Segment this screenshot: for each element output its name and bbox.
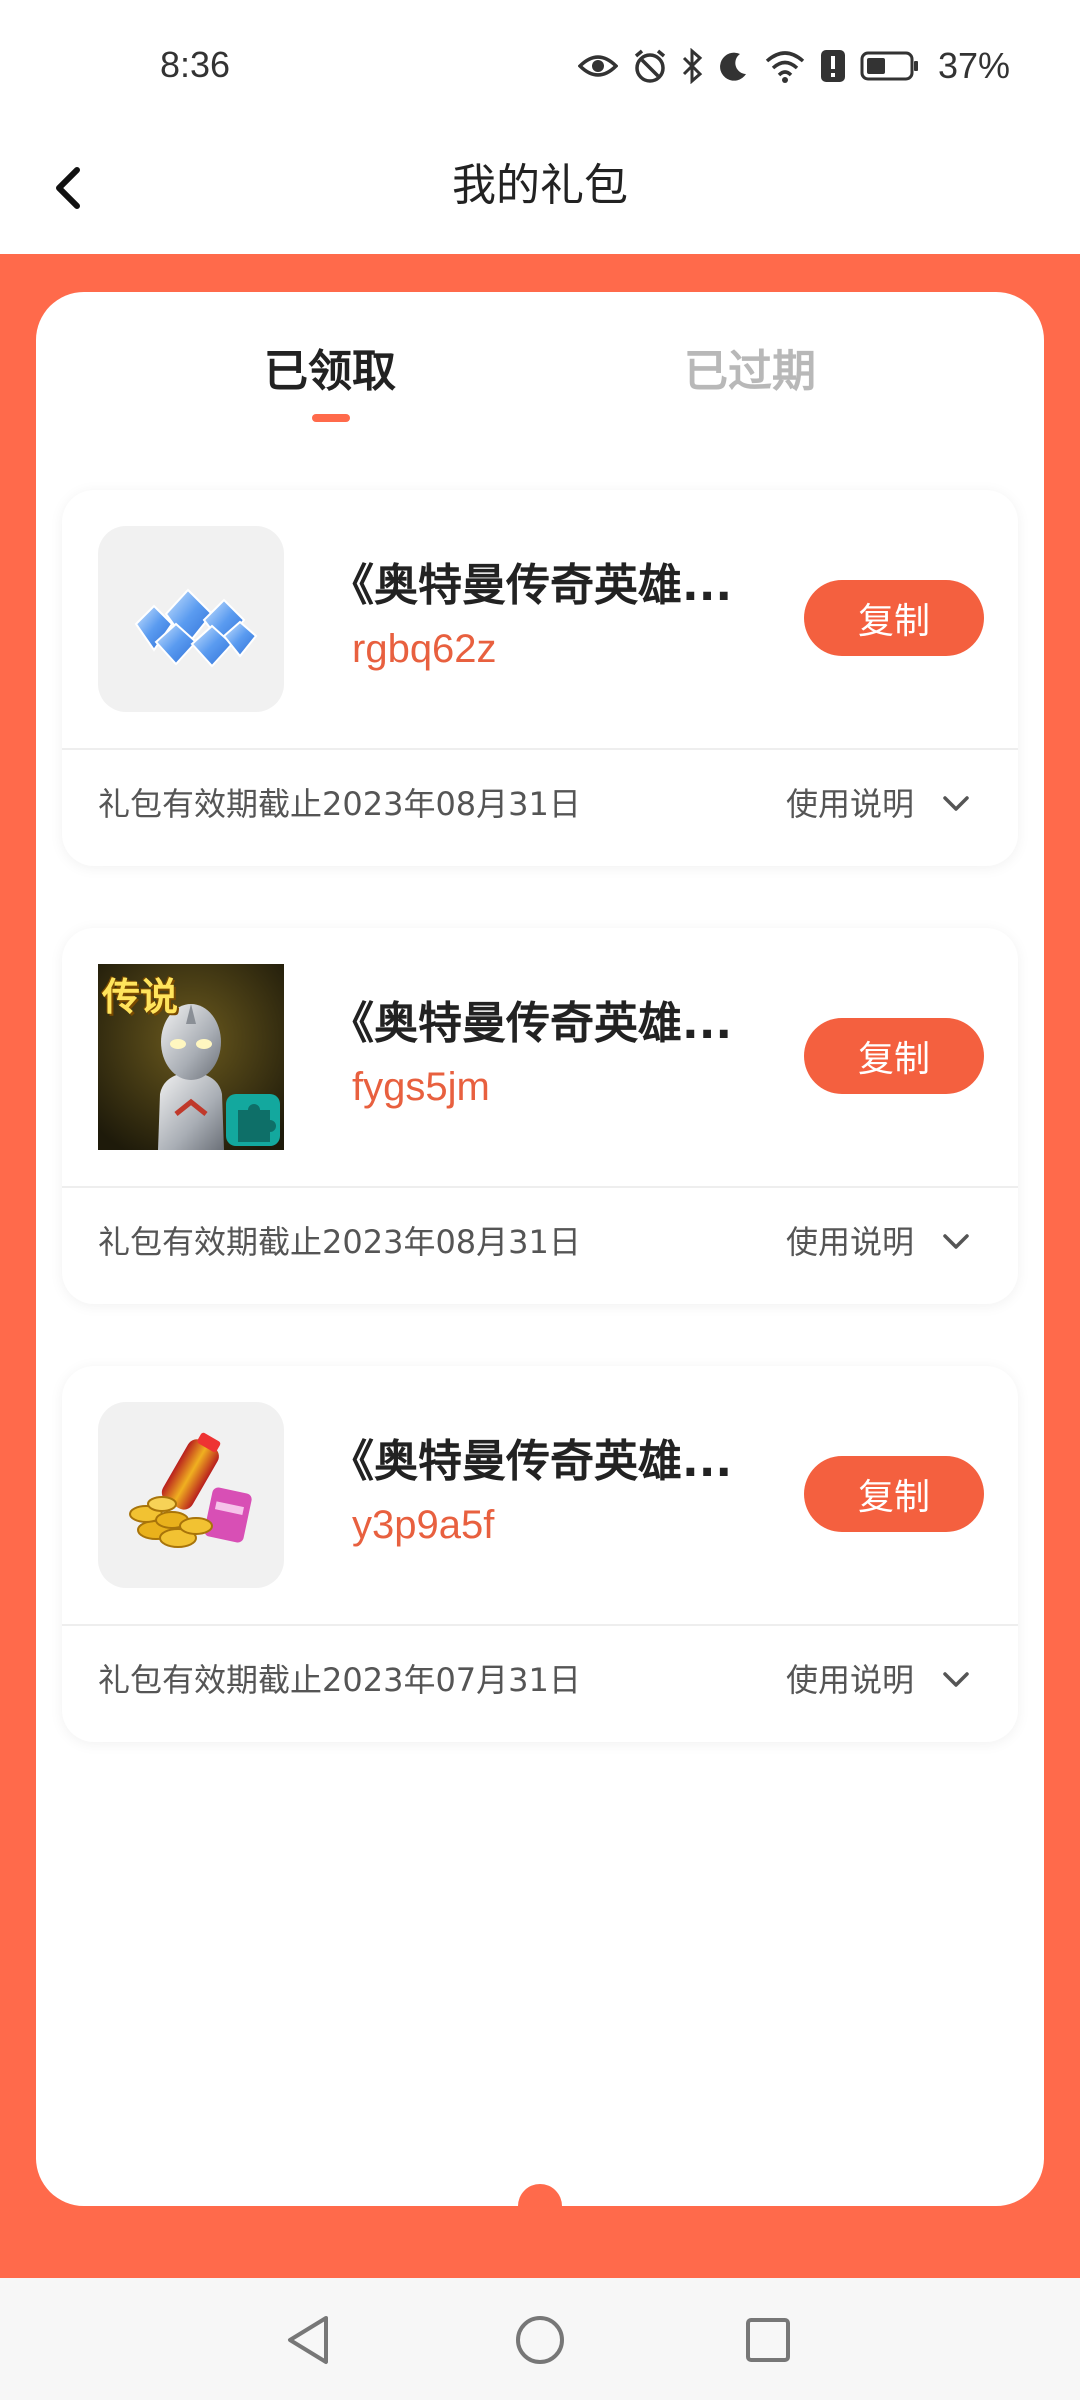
gift-expiry: 礼包有效期截止2023年08月31日 <box>98 785 581 823</box>
header: 我的礼包 <box>0 136 1080 254</box>
page-title: 我的礼包 <box>452 160 628 211</box>
gift-expiry: 礼包有效期截止2023年08月31日 <box>98 1223 581 1261</box>
battery-icon <box>860 51 918 81</box>
tab-bar: 已领取 已过期 <box>36 292 1044 442</box>
status-bar: 8:36 37% <box>0 0 1080 136</box>
gift-name: 《奥特曼传奇英雄... <box>330 560 733 611</box>
card-divider <box>62 1186 1018 1188</box>
gift-name: 《奥特曼传奇英雄... <box>330 998 733 1049</box>
gift-thumbnail: 传说 <box>98 964 284 1150</box>
gift-code: y3p9a5f <box>352 1503 495 1547</box>
chevron-down-icon <box>943 1234 969 1249</box>
copy-button[interactable]: 复制 <box>804 580 984 656</box>
nav-home-button[interactable] <box>510 2310 570 2370</box>
gift-card: 传说 《奥特曼传奇英雄... fygs5jm 复制 礼包有效期截止2023年08… <box>62 928 1018 1304</box>
chevron-down-icon <box>943 796 969 811</box>
back-triangle-icon <box>288 2316 328 2364</box>
tab-expired[interactable]: 已过期 <box>684 342 816 402</box>
recents-square-icon <box>746 2318 790 2362</box>
nav-recents-button[interactable] <box>738 2310 798 2370</box>
gift-code: fygs5jm <box>352 1065 490 1109</box>
card-divider <box>62 748 1018 750</box>
legend-badge: 传说 <box>102 975 179 1019</box>
battery-percent: 37% <box>937 45 1010 86</box>
home-circle-icon <box>516 2316 564 2364</box>
usage-instructions-toggle[interactable]: 使用说明 <box>786 1220 970 1264</box>
system-navbar <box>0 2278 1080 2400</box>
gift-card: 《奥特曼传奇英雄... rgbq62z 复制 礼包有效期截止2023年08月31… <box>62 490 1018 866</box>
status-icons: 37% <box>577 44 1010 88</box>
gift-expiry: 礼包有效期截止2023年07月31日 <box>98 1661 581 1699</box>
gift-panel: 已领取 已过期 《奥特曼传奇英雄... rgbq62z 复制 礼包有效期截止20… <box>36 292 1044 2206</box>
gift-thumbnail <box>98 1402 284 1588</box>
wifi-icon <box>765 51 805 83</box>
usage-instructions-toggle[interactable]: 使用说明 <box>786 1658 970 1702</box>
bluetooth-icon <box>682 48 703 84</box>
gold-coins-icon <box>129 1432 252 1548</box>
eye-icon <box>577 55 618 77</box>
chevron-down-icon <box>943 1672 969 1687</box>
gift-code: rgbq62z <box>352 627 497 671</box>
card-divider <box>62 1624 1018 1626</box>
moon-icon <box>720 52 746 81</box>
gift-card: 《奥特曼传奇英雄... y3p9a5f 复制 礼包有效期截止2023年07月31… <box>62 1366 1018 1742</box>
usage-label: 使用说明 <box>786 1661 915 1699</box>
diamond-pile-icon <box>134 588 258 668</box>
usage-instructions-toggle[interactable]: 使用说明 <box>786 782 970 826</box>
nav-back-button[interactable] <box>278 2310 338 2370</box>
tab-indicator <box>312 414 350 422</box>
alarm-icon <box>634 49 666 83</box>
scroll-indicator <box>518 2184 562 2228</box>
usage-label: 使用说明 <box>786 785 915 823</box>
tab-claimed[interactable]: 已领取 <box>264 342 396 402</box>
copy-button[interactable]: 复制 <box>804 1018 984 1094</box>
alert-icon <box>820 50 845 82</box>
usage-label: 使用说明 <box>786 1223 915 1261</box>
copy-button[interactable]: 复制 <box>804 1456 984 1532</box>
gift-thumbnail <box>98 526 284 712</box>
gift-name: 《奥特曼传奇英雄... <box>330 1436 733 1487</box>
status-time: 8:36 <box>160 44 231 85</box>
